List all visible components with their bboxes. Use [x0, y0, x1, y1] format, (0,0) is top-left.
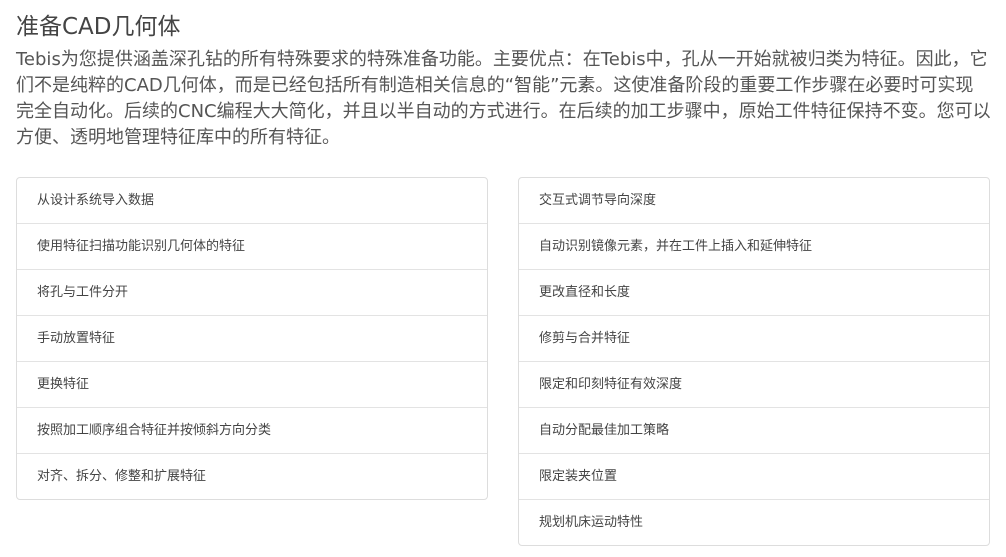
feature-list-left: 从设计系统导入数据 使用特征扫描功能识别几何体的特征 将孔与工件分开 手动放置特…: [16, 177, 488, 500]
list-item: 按照加工顺序组合特征并按倾斜方向分类: [17, 407, 487, 453]
list-item: 对齐、拆分、修整和扩展特征: [17, 453, 487, 499]
list-item: 更改直径和长度: [519, 269, 989, 315]
list-item: 自动识别镜像元素，并在工件上插入和延伸特征: [519, 223, 989, 269]
list-item: 限定装夹位置: [519, 453, 989, 499]
list-item: 使用特征扫描功能识别几何体的特征: [17, 223, 487, 269]
list-item: 将孔与工件分开: [17, 269, 487, 315]
list-item: 从设计系统导入数据: [37, 193, 155, 208]
page-content: 准备CAD几何体 Tebis为您提供涵盖深孔钻的所有特殊要求的特殊准备功能。主要…: [16, 0, 991, 546]
intro-paragraph: Tebis为您提供涵盖深孔钻的所有特殊要求的特殊准备功能。主要优点：在Tebis…: [16, 49, 991, 148]
page-title: 准备CAD几何体: [16, 14, 181, 40]
list-item: 修剪与合并特征: [519, 315, 989, 361]
list-item: 限定和印刻特征有效深度: [519, 361, 989, 407]
list-item: 自动分配最佳加工策略: [519, 407, 989, 453]
list-item: 手动放置特征: [17, 315, 487, 361]
list-item: 更换特征: [17, 361, 487, 407]
list-item: 交互式调节导向深度: [539, 193, 657, 208]
list-item: 规划机床运动特性: [519, 499, 989, 545]
feature-list-right: 交互式调节导向深度 自动识别镜像元素，并在工件上插入和延伸特征 更改直径和长度 …: [518, 177, 990, 546]
